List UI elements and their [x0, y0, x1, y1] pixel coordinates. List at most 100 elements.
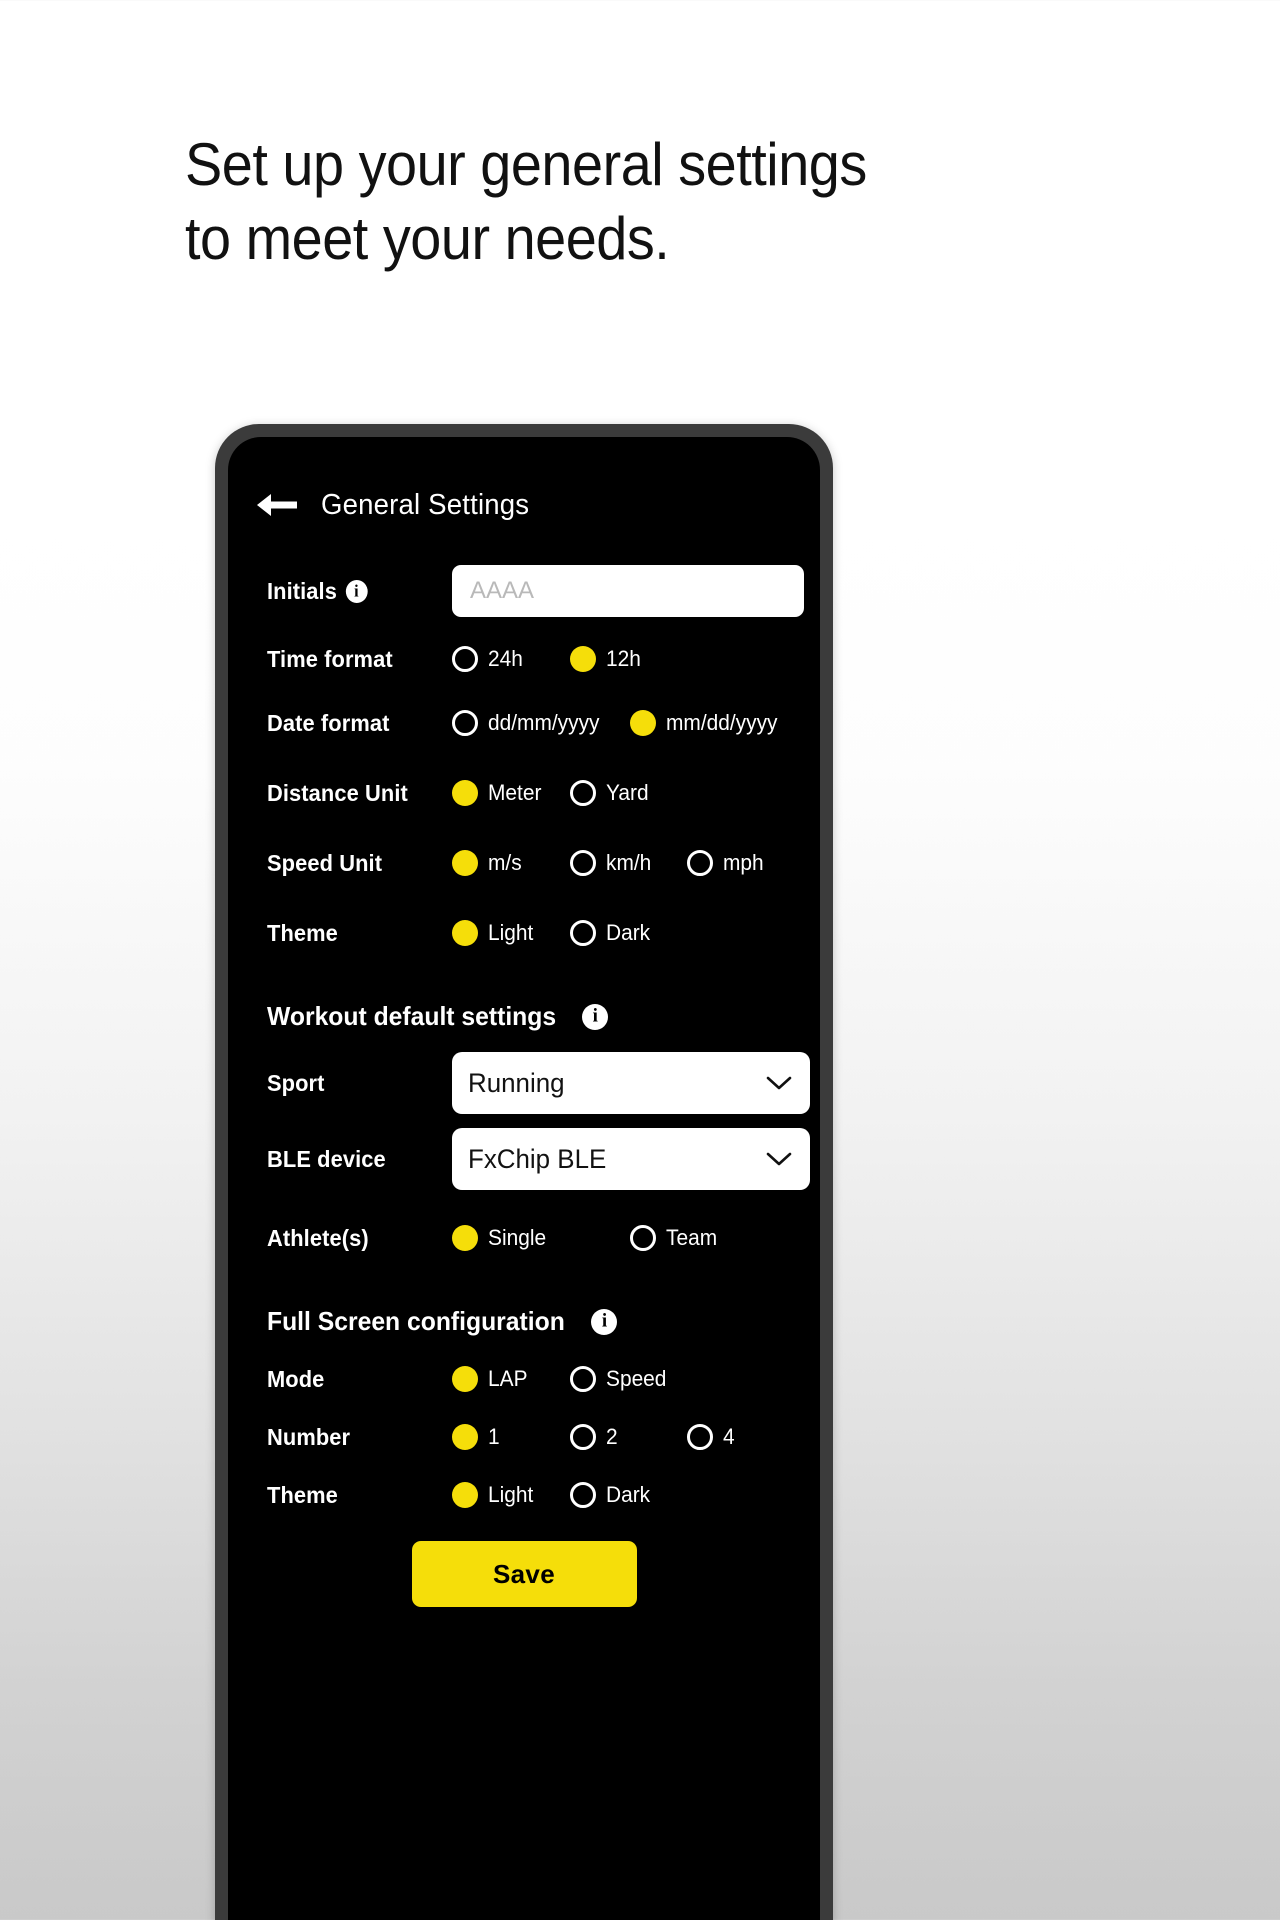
row-theme-general: Theme Light Dark: [228, 911, 820, 955]
radio-indicator: [452, 1225, 478, 1251]
time-format-label: Time format: [267, 645, 393, 672]
radio-theme-dark[interactable]: Dark: [570, 920, 652, 946]
ble-device-value: FxChip BLE: [468, 1143, 607, 1174]
sport-control: Running: [452, 1052, 810, 1114]
radio-mode-lap[interactable]: LAP: [452, 1366, 570, 1392]
radio-label: Yard: [606, 780, 649, 805]
speed-unit-options: m/s km/h mph: [452, 850, 796, 876]
radio-date-mmddyyyy[interactable]: mm/dd/yyyy: [630, 710, 783, 736]
radio-time-12h[interactable]: 12h: [570, 646, 643, 672]
radio-distance-meter[interactable]: Meter: [452, 780, 570, 806]
sport-select[interactable]: Running: [452, 1052, 810, 1114]
radio-indicator: [452, 1482, 478, 1508]
sport-label: Sport: [267, 1069, 325, 1096]
row-date-format: Date format dd/mm/yyyy mm/dd/yyyy: [228, 701, 820, 745]
radio-mode-speed[interactable]: Speed: [570, 1366, 670, 1392]
radio-indicator: [452, 1424, 478, 1450]
radio-speed-kmh[interactable]: km/h: [570, 850, 687, 876]
initials-input[interactable]: [452, 565, 804, 617]
row-initials: Initials i: [228, 565, 820, 617]
row-athletes: Athlete(s) Single Team: [228, 1216, 820, 1260]
radio-speed-ms[interactable]: m/s: [452, 850, 570, 876]
radio-athletes-single[interactable]: Single: [452, 1225, 630, 1251]
radio-label: 4: [723, 1424, 735, 1449]
radio-label: Light: [488, 1482, 534, 1507]
radio-time-24h[interactable]: 24h: [452, 646, 570, 672]
theme-general-label: Theme: [267, 919, 338, 946]
info-icon[interactable]: i: [582, 1003, 609, 1030]
radio-indicator: [452, 710, 478, 736]
row-distance-unit: Distance Unit Meter Yard: [228, 771, 820, 815]
radio-label: 24h: [488, 646, 523, 671]
back-arrow-icon[interactable]: [255, 490, 299, 520]
radio-indicator: [452, 850, 478, 876]
radio-label: 1: [488, 1424, 500, 1449]
row-sport: Sport Running: [228, 1052, 820, 1114]
radio-label: mph: [723, 850, 764, 875]
theme-general-options: Light Dark: [452, 920, 796, 946]
radio-label: dd/mm/yyyy: [488, 710, 600, 735]
radio-indicator: [570, 850, 596, 876]
speed-unit-label: Speed Unit: [267, 849, 383, 876]
number-label: Number: [267, 1423, 351, 1450]
radio-theme-light[interactable]: Light: [452, 920, 570, 946]
radio-indicator: [452, 646, 478, 672]
radio-label: Dark: [606, 920, 651, 945]
app-header: General Settings: [228, 459, 820, 551]
ble-device-select[interactable]: FxChip BLE: [452, 1128, 810, 1190]
ble-device-control: FxChip BLE: [452, 1128, 810, 1190]
ble-device-label: BLE device: [267, 1145, 386, 1172]
save-button[interactable]: Save: [411, 1541, 637, 1607]
radio-label: Light: [488, 920, 534, 945]
radio-athletes-team[interactable]: Team: [630, 1225, 720, 1251]
radio-indicator: [452, 780, 478, 806]
radio-label: 12h: [606, 646, 641, 671]
headline-line-1: Set up your general settings: [185, 131, 867, 198]
date-format-label: Date format: [267, 709, 390, 736]
radio-label: Dark: [606, 1482, 651, 1507]
radio-indicator: [630, 710, 656, 736]
radio-number-1[interactable]: 1: [452, 1424, 570, 1450]
radio-fs-theme-light[interactable]: Light: [452, 1482, 570, 1508]
radio-label: 2: [606, 1424, 618, 1449]
chevron-down-icon: [766, 1076, 792, 1090]
radio-indicator: [570, 1366, 596, 1392]
radio-label: m/s: [488, 850, 522, 875]
radio-number-4[interactable]: 4: [687, 1424, 735, 1450]
radio-indicator: [570, 1482, 596, 1508]
info-icon[interactable]: i: [345, 579, 368, 603]
athletes-label: Athlete(s): [267, 1224, 369, 1251]
radio-fs-theme-dark[interactable]: Dark: [570, 1482, 652, 1508]
radio-indicator: [570, 1424, 596, 1450]
mode-options: LAP Speed: [452, 1366, 796, 1392]
phone-mockup: General Settings Initials i Time format …: [215, 424, 833, 1920]
radio-label: LAP: [488, 1366, 528, 1391]
radio-label: Single: [488, 1225, 547, 1250]
athletes-options: Single Team: [452, 1225, 796, 1251]
initials-label: Initials: [267, 577, 337, 604]
initials-control: [452, 565, 804, 617]
radio-distance-yard[interactable]: Yard: [570, 780, 651, 806]
radio-date-ddmmyyyy[interactable]: dd/mm/yyyy: [452, 710, 630, 736]
distance-unit-label: Distance Unit: [267, 779, 408, 806]
distance-unit-options: Meter Yard: [452, 780, 796, 806]
radio-label: km/h: [606, 850, 652, 875]
radio-indicator: [570, 780, 596, 806]
radio-number-2[interactable]: 2: [570, 1424, 687, 1450]
row-speed-unit: Speed Unit m/s km/h mph: [228, 841, 820, 885]
row-number: Number 1 2 4: [228, 1415, 820, 1459]
page-headline: Set up your general settings to meet you…: [185, 128, 892, 276]
time-format-options: 24h 12h: [452, 646, 796, 672]
radio-label: Team: [666, 1225, 718, 1250]
info-icon[interactable]: i: [591, 1308, 618, 1335]
chevron-down-icon: [766, 1152, 792, 1166]
section-fullscreen-config-heading: Full Screen configuration i: [228, 1306, 820, 1337]
date-format-options: dd/mm/yyyy mm/dd/yyyy: [452, 710, 796, 736]
theme-fullscreen-label: Theme: [267, 1481, 338, 1508]
row-time-format: Time format 24h 12h: [228, 637, 820, 681]
theme-fullscreen-options: Light Dark: [452, 1482, 796, 1508]
app-screen: General Settings Initials i Time format …: [228, 437, 820, 1920]
section-workout-defaults-heading: Workout default settings i: [228, 1001, 820, 1032]
radio-speed-mph[interactable]: mph: [687, 850, 766, 876]
radio-indicator: [630, 1225, 656, 1251]
